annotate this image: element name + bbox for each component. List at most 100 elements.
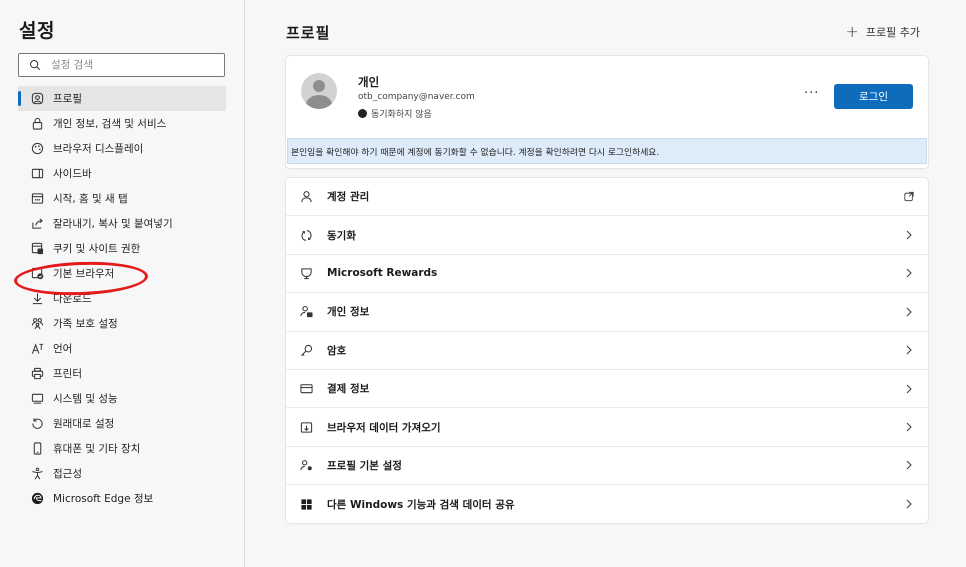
sidebar-item-appearance[interactable]: 브라우저 디스플레이	[18, 136, 226, 161]
sidebar-item-label: 원래대로 설정	[53, 418, 115, 430]
row-passwords[interactable]: 암호	[286, 332, 928, 370]
chevron-right-icon	[904, 268, 914, 278]
sync-off-icon	[358, 109, 367, 118]
lock-icon	[30, 117, 44, 131]
sync-icon	[299, 228, 313, 242]
add-profile-label: 프로필 추가	[865, 26, 920, 39]
sidebar-nav: 프로필 개인 정보, 검색 및 서비스 브라우저 디스플레이 사이드바 시작, …	[18, 86, 226, 511]
download-icon	[30, 292, 44, 306]
personal-info-icon	[299, 305, 313, 319]
sidebar-item-downloads[interactable]: 다운로드	[18, 286, 226, 311]
share-icon	[30, 217, 44, 231]
chevron-right-icon	[904, 460, 914, 470]
sync-info-banner: 본인임을 확인해야 하기 때문에 계정에 동기화할 수 없습니다. 계정을 확인…	[287, 138, 927, 164]
avatar	[301, 73, 337, 109]
search-box[interactable]	[18, 53, 225, 77]
sidebar-item-sidebar[interactable]: 사이드바	[18, 161, 226, 186]
search-input[interactable]	[51, 59, 211, 71]
family-icon	[30, 317, 44, 331]
sidebar-item-accessibility[interactable]: 접근성	[18, 461, 226, 486]
profile-icon	[30, 92, 44, 106]
row-label: 브라우저 데이터 가져오기	[327, 421, 441, 434]
row-import-data[interactable]: 브라우저 데이터 가져오기	[286, 408, 928, 447]
sidebar-item-label: 쿠키 및 사이트 권한	[53, 243, 141, 255]
cookie-icon	[30, 242, 44, 256]
sidebar-item-label: 접근성	[53, 468, 82, 480]
chevron-right-icon	[904, 307, 914, 317]
row-personal-info[interactable]: 개인 정보	[286, 293, 928, 332]
row-sync[interactable]: 동기화	[286, 216, 928, 255]
windows-icon	[299, 497, 313, 511]
profile-card: 개인 otb_company@naver.com 동기화하지 않음 ··· 로그…	[286, 56, 928, 168]
row-label: 암호	[327, 344, 347, 357]
add-profile-button[interactable]: + 프로필 추가	[845, 24, 920, 40]
plus-icon: +	[845, 22, 859, 41]
sidebar-item-label: 시작, 홈 및 새 탭	[53, 193, 128, 205]
row-label: 프로필 기본 설정	[327, 459, 402, 472]
sidebar-item-system[interactable]: 시스템 및 성능	[18, 386, 226, 411]
sidebar-item-label: 사이드바	[53, 168, 92, 180]
row-manage-account[interactable]: 계정 관리	[286, 178, 928, 217]
reset-icon	[30, 417, 44, 431]
sidebar-item-reset[interactable]: 원래대로 설정	[18, 411, 226, 436]
sidebar-item-label: 시스템 및 성능	[53, 393, 118, 405]
sidebar-item-about[interactable]: Microsoft Edge 정보	[18, 486, 226, 511]
chevron-right-icon	[904, 422, 914, 432]
search-icon	[29, 58, 43, 72]
palette-icon	[30, 142, 44, 156]
language-icon	[30, 342, 44, 356]
printer-icon	[30, 367, 44, 381]
sidebar-item-label: 잘라내기, 복사 및 붙여넣기	[53, 218, 173, 230]
row-profile-preferences[interactable]: 프로필 기본 설정	[286, 447, 928, 486]
row-windows-sharing[interactable]: 다른 Windows 기능과 검색 데이터 공유	[286, 485, 928, 523]
chevron-right-icon	[904, 499, 914, 509]
sidebar-title: 설정	[19, 20, 55, 42]
profile-settings-icon	[299, 458, 313, 472]
home-tab-icon	[30, 192, 44, 206]
row-label: 결제 정보	[327, 383, 370, 396]
row-label: 개인 정보	[327, 306, 370, 319]
settings-sidebar: 설정 프로필 개인 정보, 검색 및 서비스 브라우저 디스플레이 사이드바 시…	[0, 0, 245, 567]
chevron-right-icon	[904, 230, 914, 240]
accessibility-icon	[30, 467, 44, 481]
sidebar-item-privacy[interactable]: 개인 정보, 검색 및 서비스	[18, 111, 226, 136]
row-payment-info[interactable]: 결제 정보	[286, 370, 928, 409]
chevron-right-icon	[904, 384, 914, 394]
key-icon	[299, 343, 313, 357]
sidebar-item-label: 개인 정보, 검색 및 서비스	[53, 118, 167, 130]
row-label: 계정 관리	[327, 191, 370, 204]
sidebar-item-profile[interactable]: 프로필	[18, 86, 226, 111]
sync-status: 동기화하지 않음	[358, 107, 432, 120]
chevron-right-icon	[904, 345, 914, 355]
sidebar-item-label: Microsoft Edge 정보	[53, 493, 154, 505]
profile-name: 개인	[358, 75, 380, 89]
sidebar-item-label: 언어	[53, 343, 73, 355]
sidebar-item-phone[interactable]: 휴대폰 및 기타 장치	[18, 436, 226, 461]
default-browser-icon	[30, 267, 44, 281]
phone-icon	[30, 442, 44, 456]
login-button[interactable]: 로그인	[834, 84, 913, 109]
sidebar-item-label: 프로필	[53, 93, 82, 105]
edge-icon	[30, 492, 44, 506]
sidebar-item-cookies[interactable]: 쿠키 및 사이트 권한	[18, 236, 226, 261]
sidebar-item-family[interactable]: 가족 보호 설정	[18, 311, 226, 336]
sidebar-item-default-browser[interactable]: 기본 브라우저	[18, 261, 226, 286]
sidebar-item-start-home[interactable]: 시작, 홈 및 새 탭	[18, 186, 226, 211]
row-label: 다른 Windows 기능과 검색 데이터 공유	[327, 498, 515, 511]
sidebar-item-label: 다운로드	[53, 293, 92, 305]
profile-settings-list: 계정 관리 동기화 Microsoft Rewards 개인 정보 암호 결제 …	[286, 178, 928, 523]
sidebar-item-share[interactable]: 잘라내기, 복사 및 붙여넣기	[18, 211, 226, 236]
sidebar-item-printers[interactable]: 프린터	[18, 361, 226, 386]
sync-status-label: 동기화하지 않음	[371, 110, 432, 120]
sidebar-item-label: 가족 보호 설정	[53, 318, 118, 330]
sidebar-item-label: 브라우저 디스플레이	[53, 143, 144, 155]
external-link-icon	[904, 192, 914, 202]
row-rewards[interactable]: Microsoft Rewards	[286, 255, 928, 294]
sidebar-item-label: 휴대폰 및 기타 장치	[53, 443, 141, 455]
sidebar-item-label: 프린터	[53, 368, 82, 380]
sidebar-item-label: 기본 브라우저	[53, 268, 115, 280]
rewards-icon	[299, 266, 313, 280]
account-icon	[299, 190, 313, 204]
more-options-button[interactable]: ···	[804, 86, 819, 101]
sidebar-item-language[interactable]: 언어	[18, 336, 226, 361]
